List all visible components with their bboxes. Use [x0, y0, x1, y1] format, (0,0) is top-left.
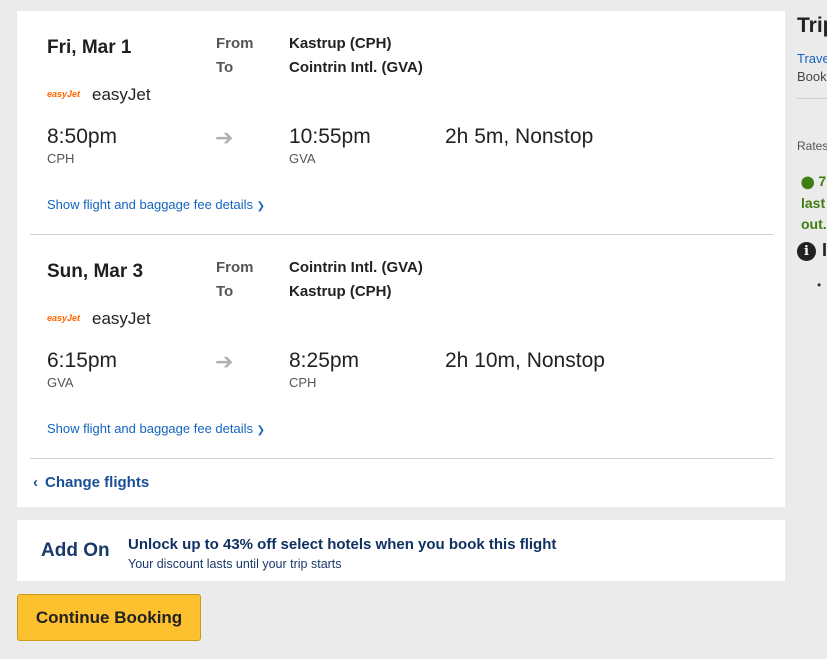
departure-code: CPH	[47, 151, 75, 166]
sidebar-subtext: Book	[797, 69, 827, 84]
from-airport: Kastrup (CPH)	[289, 35, 392, 52]
arrow-right-icon: ➔	[215, 349, 234, 374]
chevron-left-icon: ‹	[33, 474, 38, 491]
addon-logo: Add On	[41, 540, 110, 561]
flight-duration: 2h 10m, Nonstop	[445, 349, 605, 372]
urgency-count: 7	[818, 173, 827, 189]
show-details-link[interactable]: Show flight and baggage fee details ❯	[47, 421, 265, 436]
to-airport: Kastrup (CPH)	[289, 283, 392, 300]
sidebar-urgency-message: ⬤ 7 last out.	[801, 171, 827, 235]
card-divider	[30, 458, 773, 459]
continue-booking-button[interactable]: Continue Booking	[17, 594, 201, 641]
flight-summary-card: Fri, Mar 1 From To Kastrup (CPH) Cointri…	[17, 11, 785, 507]
chevron-double-down-icon: ❯	[256, 201, 266, 212]
arrival-time: 10:55pm	[289, 125, 371, 148]
trip-summary-sidebar: Trip Trave Book Rates ⬤ 7 last out. i I …	[797, 0, 827, 659]
chevron-double-down-icon: ❯	[256, 425, 266, 436]
arrival-time: 8:25pm	[289, 349, 360, 372]
from-airport: Cointrin Intl. (GVA)	[289, 259, 423, 276]
to-label: To	[216, 59, 234, 76]
from-label: From	[216, 259, 254, 276]
sidebar-rates-text: Rates	[797, 139, 827, 153]
change-flights-label: Change flights	[45, 474, 150, 491]
flight-date: Sun, Mar 3	[47, 261, 144, 282]
sidebar-divider	[797, 98, 827, 99]
show-details-link[interactable]: Show flight and baggage fee details ❯	[47, 197, 265, 212]
departure-time: 8:50pm	[47, 125, 118, 148]
airline-logo: easyJet	[47, 313, 81, 323]
arrival-code: GVA	[289, 151, 316, 166]
airline-name: easyJet	[92, 309, 151, 328]
urgency-line: last	[801, 195, 826, 211]
from-label: From	[216, 35, 254, 52]
airline-logo: easyJet	[47, 89, 81, 99]
bullet-icon: •	[817, 278, 822, 292]
sidebar-info-heading: I	[822, 240, 827, 260]
airline-name: easyJet	[92, 85, 151, 104]
flight-leg-outbound: Fri, Mar 1 From To Kastrup (CPH) Cointri…	[17, 11, 785, 235]
addon-banner: Add On Unlock up to 43% off select hotel…	[17, 520, 785, 581]
info-icon: i	[797, 242, 816, 261]
flight-leg-return: Sun, Mar 3 From To Cointrin Intl. (GVA) …	[17, 235, 785, 459]
addon-subtitle: Your discount lasts until your trip star…	[128, 557, 342, 571]
to-label: To	[216, 283, 234, 300]
arrival-code: CPH	[289, 375, 317, 390]
sidebar-link[interactable]: Trave	[797, 51, 827, 66]
arrow-right-icon: ➔	[215, 125, 234, 150]
flight-date: Fri, Mar 1	[47, 37, 132, 58]
sidebar-title: Trip	[797, 14, 827, 37]
urgency-line: out.	[801, 216, 827, 232]
details-link-label: Show flight and baggage fee details	[47, 421, 253, 436]
to-airport: Cointrin Intl. (GVA)	[289, 59, 423, 76]
departure-code: GVA	[47, 375, 74, 390]
addon-title: Unlock up to 43% off select hotels when …	[128, 536, 557, 553]
flight-duration: 2h 5m, Nonstop	[445, 125, 594, 148]
change-flights-link[interactable]: ‹ Change flights	[33, 474, 149, 491]
details-link-label: Show flight and baggage fee details	[47, 197, 253, 212]
departure-time: 6:15pm	[47, 349, 118, 372]
people-icon: ⬤	[801, 175, 815, 189]
